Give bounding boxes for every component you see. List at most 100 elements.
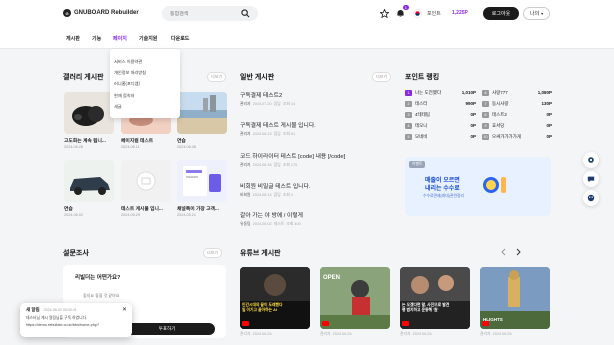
gallery-more-link[interactable]: 더보기 bbox=[207, 72, 227, 82]
nav-item-board[interactable]: 게시판 bbox=[66, 35, 80, 42]
survey-option[interactable]: 좋지요 좋을 것 같아요 bbox=[83, 293, 119, 299]
close-icon[interactable]: ✕ bbox=[122, 306, 127, 313]
survey-more-link[interactable]: 더보기 bbox=[203, 248, 223, 258]
post-meta: 비회원 2024.06.14 잡담 조회 4 bbox=[240, 193, 294, 197]
post-title[interactable]: 갈아 가는 야 방에 / 이렇게 bbox=[240, 210, 390, 219]
ranking-title: 포인트 랭킹 bbox=[405, 74, 440, 81]
gallery-card[interactable]: 연습 2024.06.02 bbox=[64, 160, 114, 217]
video-caption: OPEN bbox=[323, 275, 341, 281]
gallery-card-date: 2024.06.08 bbox=[177, 145, 197, 149]
palette-float-button[interactable] bbox=[583, 190, 599, 206]
search-icon[interactable] bbox=[241, 9, 250, 18]
ranking-row[interactable]: 3 4테테팀 bbox=[405, 112, 430, 118]
video-card[interactable]: HLIGHTS 관리자 2024.06.26 bbox=[480, 267, 550, 337]
gallery-card-title: 고도화는 계속 됩니... bbox=[64, 139, 106, 144]
video-thumb: HLIGHTS bbox=[480, 267, 550, 329]
post-meta: 유동팀 2024.06.02 테스트 조회 400 bbox=[240, 222, 301, 226]
ranking-row[interactable]: 6 사랑777 bbox=[482, 90, 508, 96]
youtube-icon bbox=[402, 321, 409, 326]
video-meta: 관리자 2024.06.26 bbox=[480, 332, 512, 336]
ranking-points: 0P bbox=[546, 112, 552, 117]
gallery-card-title: 테스트 게시물 입니... bbox=[121, 207, 163, 212]
gallery-card-date: 2024.06.02 bbox=[64, 213, 84, 217]
post-item[interactable]: 구독결제 테스트 게시물 입니다. 관리자 2024.06.13 잡담 조회 6… bbox=[240, 120, 390, 137]
gallery-thumb-chat bbox=[177, 160, 227, 202]
notification-badge: 1 bbox=[402, 5, 409, 10]
ranking-row[interactable]: 2 테스터 bbox=[405, 101, 427, 107]
youtube-icon bbox=[242, 321, 249, 326]
dropdown-item-connect[interactable]: 현재 접속자 bbox=[110, 90, 180, 101]
ranking-row[interactable]: 4 테오니 bbox=[405, 123, 427, 129]
vote-button[interactable]: 투표하기 bbox=[119, 323, 215, 335]
event-banner[interactable]: 이벤트 매출이 오르면 내리는 수수료 수수료면제(최대)관련정리 bbox=[405, 157, 551, 216]
korea-flag-icon[interactable] bbox=[413, 9, 422, 18]
chat-float-button[interactable] bbox=[583, 171, 599, 187]
gallery-card[interactable]: 채널톡이 가장 고객... 2024.05.21 bbox=[177, 160, 227, 217]
gallery-thumb-car bbox=[64, 160, 114, 202]
notification-button[interactable]: 1 bbox=[396, 5, 409, 20]
nav-item-features[interactable]: 기능 bbox=[92, 35, 101, 42]
ranking-row[interactable]: 5 모네비 bbox=[405, 134, 427, 140]
video-thumb: OPEN bbox=[320, 267, 390, 329]
post-item[interactable]: 구독결제 테스트2 관리자 2024.07.20 잡담 조회 14 bbox=[240, 90, 390, 107]
video-meta: 관리자 2024.06.26 bbox=[240, 332, 272, 336]
post-title[interactable]: 구독결제 테스트 게시물 입니다. bbox=[240, 120, 390, 129]
ranking-points: 0P bbox=[546, 123, 552, 128]
ranking-points: 0P bbox=[470, 112, 476, 117]
survey-title: 설문조사 bbox=[63, 250, 89, 257]
nav-item-pages[interactable]: 페이지 bbox=[113, 35, 127, 42]
my-menu-label: 나의 bbox=[529, 11, 540, 17]
banner-line2: 내리는 수수료 bbox=[425, 186, 460, 192]
ranking-row[interactable]: 10 으쌰가가가가게 bbox=[482, 134, 521, 140]
pages-dropdown-menu: 서비스 이용약관 개인정보 처리방침 러니홈(포디엠) 현재 접속자 새글 bbox=[110, 49, 180, 118]
post-item[interactable]: 비회원 비밀글 테스트 입니다. 비회원 2024.06.14 잡담 조회 4 bbox=[240, 181, 390, 198]
nav-item-support[interactable]: 기술지원 bbox=[139, 35, 157, 42]
popup-date: 2024-06-02 00:00:11 bbox=[43, 308, 77, 312]
post-item[interactable]: 코드 하이라이터 테스트 [code] 내용 [/code] 관리자 2024.… bbox=[240, 151, 390, 168]
gallery-title: 갤러리 게시판 bbox=[63, 74, 104, 81]
ranking-row[interactable]: 1 나는 도전했다 bbox=[405, 90, 441, 96]
video-card[interactable]: 인간시대의 끝이 도래했다 일 이기고 끝아하는 AI 관리자 2024.06.… bbox=[240, 267, 310, 337]
dropdown-item-terms[interactable]: 서비스 이용약관 bbox=[110, 56, 180, 67]
gallery-card[interactable]: 연습 2024.06.08 bbox=[177, 92, 227, 149]
ranking-points: 1,080P bbox=[537, 90, 552, 95]
bookmark-star-icon[interactable] bbox=[380, 9, 389, 18]
post-title[interactable]: 비회원 비밀글 테스트 입니다. bbox=[240, 181, 390, 190]
ranking-row[interactable]: 7 동시사랑 bbox=[482, 101, 509, 107]
gallery-thumb-placeholder bbox=[121, 160, 171, 202]
gear-float-button[interactable] bbox=[583, 152, 599, 168]
gallery-card[interactable]: 고도화는 계속 됩니... 2024.06.26 bbox=[64, 92, 114, 149]
post-item[interactable]: 갈아 가는 야 방에 / 이렇게 유동팀 2024.06.02 테스트 조회 4… bbox=[240, 210, 390, 227]
logout-button[interactable]: 로그아웃 bbox=[483, 7, 519, 20]
gallery-card-date: 2024.06.11 bbox=[121, 145, 140, 149]
ranking-row[interactable]: 9 효서당 bbox=[482, 123, 504, 129]
dropdown-item-home[interactable]: 러니홈(포디엠) bbox=[110, 79, 180, 90]
post-title[interactable]: 구독결제 테스트2 bbox=[240, 90, 390, 99]
board-more-link[interactable]: 더보기 bbox=[372, 72, 392, 82]
dropdown-item-new[interactable]: 새글 bbox=[110, 102, 180, 113]
nav-item-download[interactable]: 다운로드 bbox=[171, 35, 189, 42]
popup-link[interactable]: https://demo.rebuilder.co.kr/bbs/home.ph… bbox=[26, 323, 126, 327]
post-title[interactable]: 코드 하이라이터 테스트 [code] 내용 [/code] bbox=[240, 151, 390, 160]
my-menu-button[interactable]: 나의 ▾ bbox=[523, 7, 550, 20]
video-card[interactable]: OPEN 관리자 2024.06.26 bbox=[320, 267, 390, 337]
ranking-points: 990P bbox=[465, 101, 476, 106]
point-value[interactable]: 1,225P bbox=[452, 10, 468, 16]
gallery-thumb-beach bbox=[177, 92, 227, 134]
site-logo[interactable]: G GNUBOARD Rebuilder bbox=[63, 9, 139, 17]
carousel-arrows-icon[interactable] bbox=[500, 248, 522, 256]
gallery-card-title: 연습 bbox=[64, 207, 73, 212]
ranking-points: 0P bbox=[470, 134, 476, 139]
search-input[interactable] bbox=[170, 10, 240, 17]
chevron-down-icon: ▾ bbox=[541, 11, 544, 16]
post-meta: 관리자 2024.06.13 잡담 조회 61 bbox=[240, 132, 296, 136]
gallery-card[interactable]: 테스트 게시물 입니... 2024.05.29 bbox=[121, 160, 171, 217]
search-box[interactable] bbox=[162, 6, 258, 21]
dropdown-item-privacy[interactable]: 개인정보 처리방침 bbox=[110, 67, 180, 78]
ranking-row[interactable]: 8 테스트2 bbox=[482, 112, 507, 118]
notification-popup: 새 알림 2024-06-02 00:00:11 테스터님 게시 알림님을 구독… bbox=[20, 303, 132, 337]
video-card[interactable]: 는 오겠다면 말, 사진으로 발견 평 범지하고 운동해 '원' 관리자 202… bbox=[400, 267, 470, 337]
video-thumb: 인간시대의 끝이 도래했다 일 이기고 끝아하는 AI bbox=[240, 267, 310, 329]
logo-text: GNUBOARD Rebuilder bbox=[74, 10, 139, 16]
video-meta: 관리자 2024.06.26 bbox=[400, 332, 432, 336]
